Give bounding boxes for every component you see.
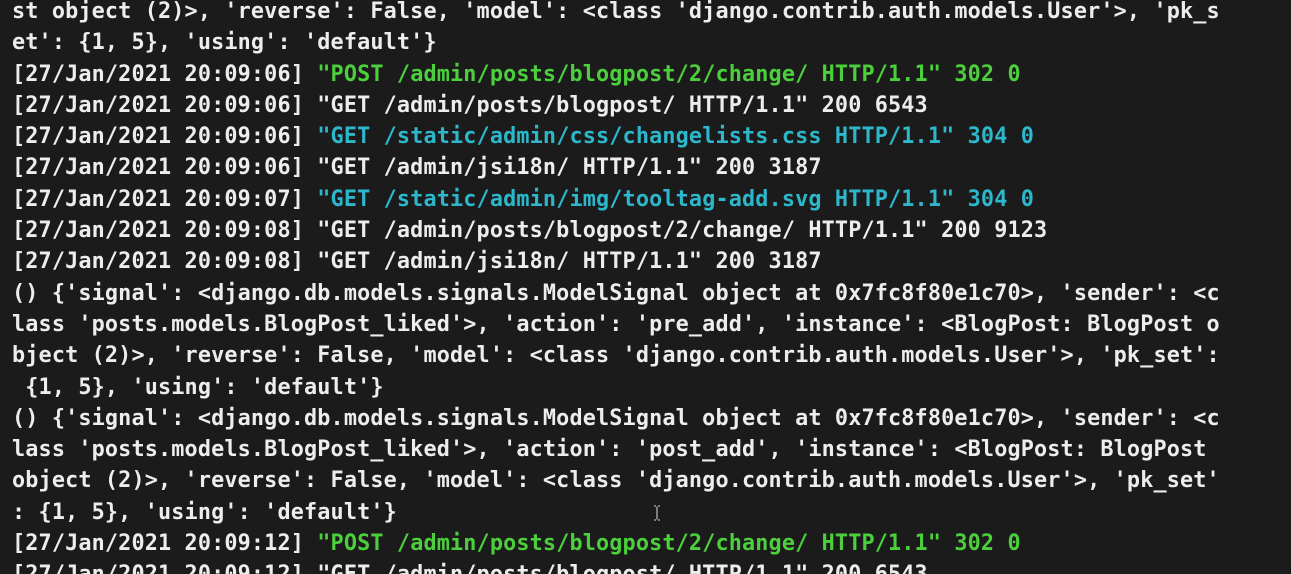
terminal-line: lass 'posts.models.BlogPost_liked'>, 'ac… xyxy=(12,434,1285,465)
terminal-line-segment: object (2)>, 'reverse': False, 'model': … xyxy=(12,468,1220,494)
terminal-line-segment: [27/Jan/2021 20:09:06] "GET /admin/jsi18… xyxy=(12,155,822,181)
terminal-line-segment: lass 'posts.models.BlogPost_liked'>, 'ac… xyxy=(12,311,1220,337)
terminal-line-segment: [27/Jan/2021 20:09:06] "GET /admin/posts… xyxy=(12,92,928,118)
terminal-line-segment: "GET /static/admin/css/changelists.css H… xyxy=(317,124,1035,150)
terminal-line: [27/Jan/2021 20:09:12] "GET /admin/posts… xyxy=(12,559,1285,574)
terminal-line: [27/Jan/2021 20:09:06] "POST /admin/post… xyxy=(12,59,1285,90)
terminal-line-segment: [27/Jan/2021 20:09:08] "GET /admin/posts… xyxy=(12,218,1048,244)
terminal-line-segment: "POST /admin/posts/blogpost/2/change/ HT… xyxy=(317,61,1021,87)
terminal-line: st object (2)>, 'reverse': False, 'model… xyxy=(12,0,1285,27)
terminal-line: () {'signal': <django.db.models.signals.… xyxy=(12,278,1285,309)
terminal-line-segment: [27/Jan/2021 20:09:06] xyxy=(12,124,318,150)
terminal-line: bject (2)>, 'reverse': False, 'model': <… xyxy=(12,340,1285,371)
terminal-line: : {1, 5}, 'using': 'default'} xyxy=(12,497,1285,528)
terminal-line-segment: [27/Jan/2021 20:09:06] xyxy=(12,61,318,87)
terminal-line-segment: [27/Jan/2021 20:09:07] xyxy=(12,186,318,212)
terminal-line-segment: : {1, 5}, 'using': 'default'} xyxy=(12,499,397,525)
terminal-line: lass 'posts.models.BlogPost_liked'>, 'ac… xyxy=(12,309,1285,340)
terminal-line-segment: st object (2)>, 'reverse': False, 'model… xyxy=(12,0,1220,24)
terminal-line: object (2)>, 'reverse': False, 'model': … xyxy=(12,465,1285,496)
terminal-line-segment: [27/Jan/2021 20:09:08] "GET /admin/jsi18… xyxy=(12,249,822,275)
terminal-line: et': {1, 5}, 'using': 'default'} xyxy=(12,27,1285,58)
terminal-line-segment: {1, 5}, 'using': 'default'} xyxy=(12,374,384,400)
terminal-line: [27/Jan/2021 20:09:06] "GET /admin/jsi18… xyxy=(12,152,1285,183)
terminal-line-segment: () {'signal': <django.db.models.signals.… xyxy=(12,405,1220,431)
terminal-line-segment: et': {1, 5}, 'using': 'default'} xyxy=(12,30,437,56)
terminal-line: [27/Jan/2021 20:09:12] "POST /admin/post… xyxy=(12,528,1285,559)
terminal-output[interactable]: st object (2)>, 'reverse': False, 'model… xyxy=(12,0,1285,574)
terminal-line: {1, 5}, 'using': 'default'} xyxy=(12,372,1285,403)
terminal-line-segment: () {'signal': <django.db.models.signals.… xyxy=(12,280,1220,306)
terminal-line-segment: bject (2)>, 'reverse': False, 'model': <… xyxy=(12,343,1220,369)
terminal-line: [27/Jan/2021 20:09:08] "GET /admin/jsi18… xyxy=(12,246,1285,277)
terminal-line: [27/Jan/2021 20:09:07] "GET /static/admi… xyxy=(12,184,1285,215)
terminal-line-segment: [27/Jan/2021 20:09:12] "GET /admin/posts… xyxy=(12,562,928,574)
terminal-line-segment: "POST /admin/posts/blogpost/2/change/ HT… xyxy=(317,531,1021,557)
terminal-line-segment: [27/Jan/2021 20:09:12] xyxy=(12,531,318,557)
terminal-window[interactable]: st object (2)>, 'reverse': False, 'model… xyxy=(0,0,1291,574)
terminal-line: [27/Jan/2021 20:09:06] "GET /static/admi… xyxy=(12,121,1285,152)
text-cursor-icon xyxy=(654,505,660,521)
terminal-line: [27/Jan/2021 20:09:08] "GET /admin/posts… xyxy=(12,215,1285,246)
terminal-line: [27/Jan/2021 20:09:06] "GET /admin/posts… xyxy=(12,90,1285,121)
terminal-line-segment: "GET /static/admin/img/tooltag-add.svg H… xyxy=(317,186,1035,212)
terminal-line: () {'signal': <django.db.models.signals.… xyxy=(12,403,1285,434)
terminal-line-segment: lass 'posts.models.BlogPost_liked'>, 'ac… xyxy=(12,437,1207,463)
